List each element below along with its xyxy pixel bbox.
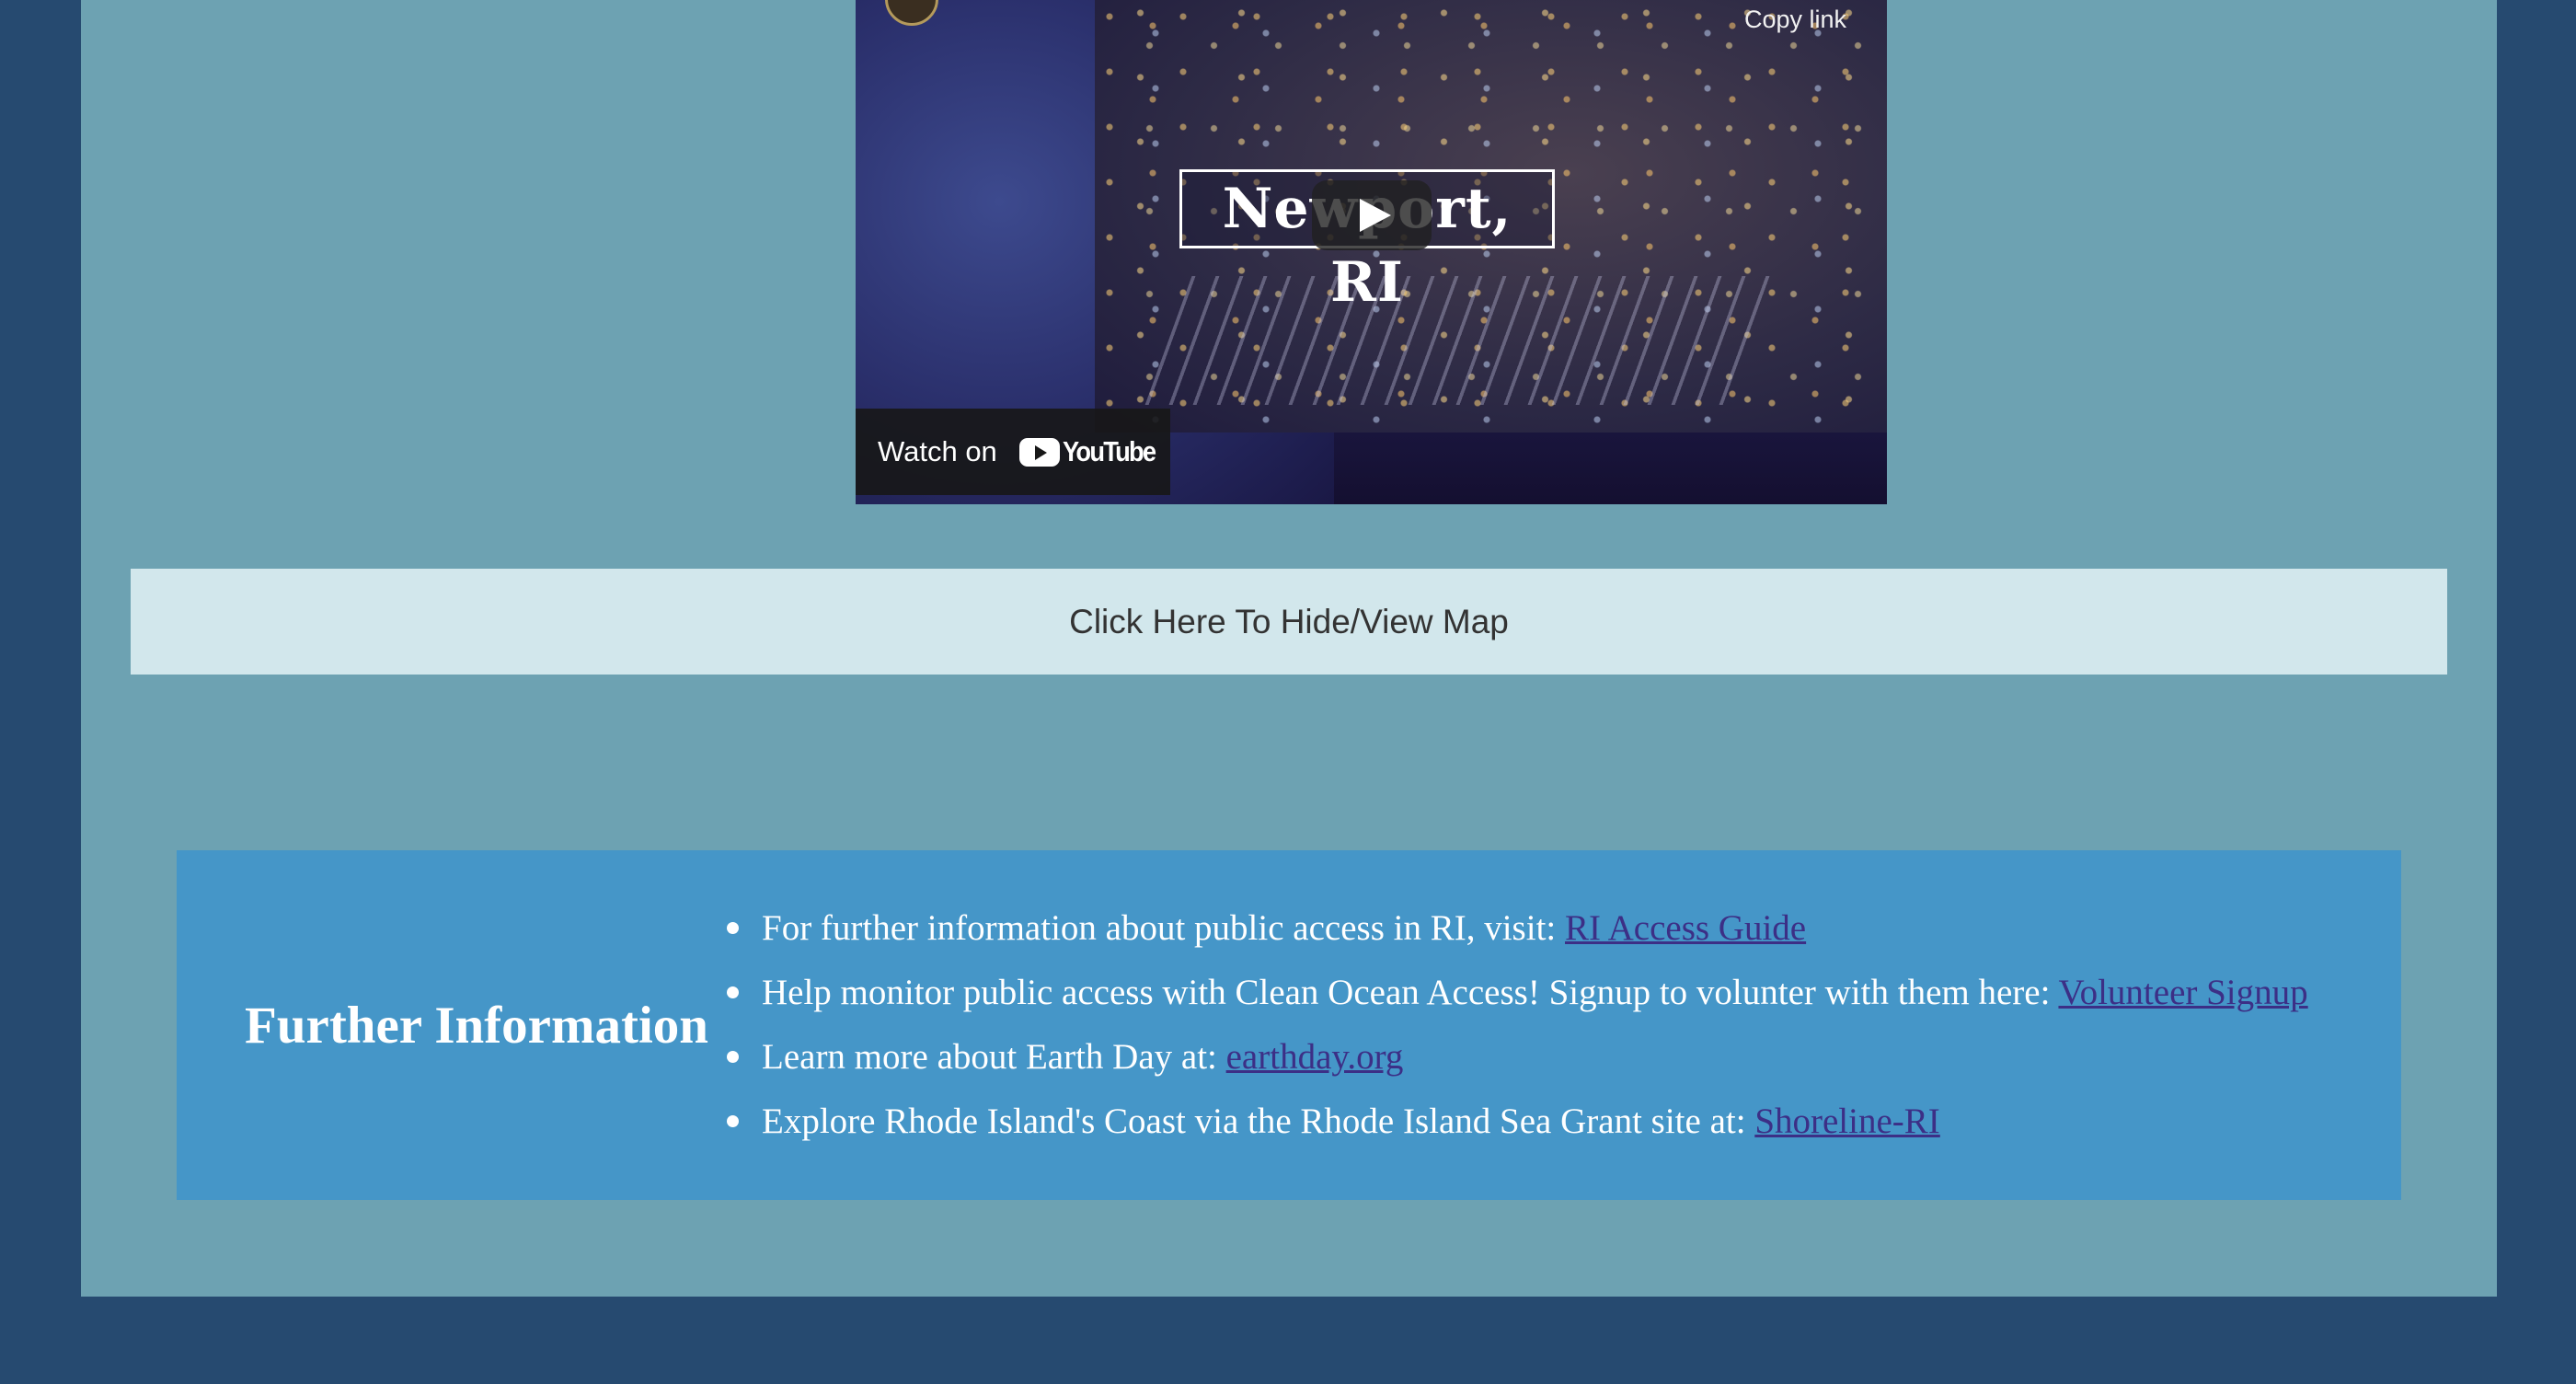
list-item: For further information about public acc… [727,896,2308,961]
ri-access-guide-link[interactable]: RI Access Guide [1565,908,1806,948]
shoreline-ri-link[interactable]: Shoreline-RI [1754,1101,1939,1141]
list-item: Learn more about Earth Day at: earthday.… [727,1025,2308,1090]
watch-on-youtube-button[interactable]: Watch on YouTube [856,409,1170,495]
bullet-icon [727,922,739,934]
further-information-section: Further Information For further informat… [177,850,2401,1200]
further-information-heading: Further Information [245,996,708,1055]
list-item-text: For further information about public acc… [762,908,1565,948]
further-information-list: For further information about public acc… [727,896,2308,1154]
youtube-logo-icon: YouTube [1018,435,1167,468]
list-item-text: Explore Rhode Island's Coast via the Rho… [762,1101,1755,1141]
list-item-text: Learn more about Earth Day at: [762,1037,1226,1077]
bullet-icon [727,1051,739,1063]
youtube-play-icon [1018,437,1060,467]
volunteer-signup-link[interactable]: Volunteer Signup [2058,973,2307,1012]
hide-view-map-button[interactable]: Click Here To Hide/View Map [131,569,2447,675]
bullet-icon [727,986,739,998]
copy-link-button[interactable]: Copy link [1744,6,1846,34]
watch-on-label: Watch on [878,435,997,467]
earthday-link[interactable]: earthday.org [1226,1037,1404,1077]
list-item-text: Help monitor public access with Clean Oc… [762,973,2059,1012]
list-item: Help monitor public access with Clean Oc… [727,961,2308,1025]
video-embed[interactable]: Copy link Newport, RI Watch on YouTube [856,0,1887,504]
play-icon [1360,199,1391,232]
video-thumbnail-docks [1144,276,1781,405]
bullet-icon [727,1115,739,1127]
list-item: Explore Rhode Island's Coast via the Rho… [727,1090,2308,1154]
youtube-wordmark: YouTube [1062,435,1156,467]
play-button[interactable] [1312,180,1432,250]
page-panel: Copy link Newport, RI Watch on YouTube C… [81,0,2497,1297]
